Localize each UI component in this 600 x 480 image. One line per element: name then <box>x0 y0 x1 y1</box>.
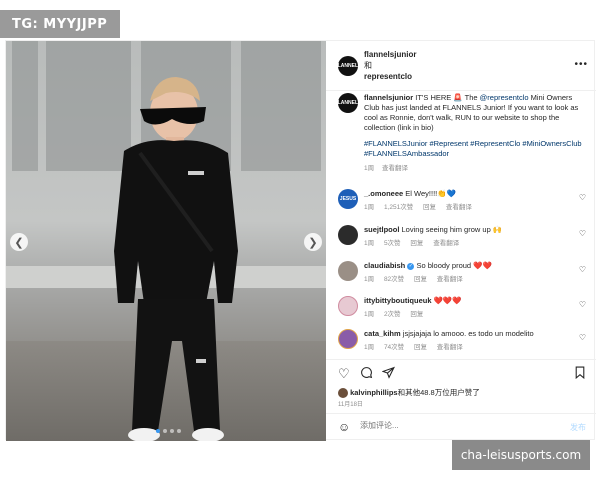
comment-avatar[interactable] <box>338 225 358 245</box>
comment-translate[interactable]: 查看翻译 <box>433 240 459 247</box>
comment-likes[interactable]: 2次赞 <box>384 311 401 318</box>
watermark-top: TG: MYYJJPP <box>0 10 120 38</box>
comment-reply[interactable]: 回复 <box>423 204 436 211</box>
post-actions: ♡ <box>326 359 596 385</box>
comment-text: Loving seeing him grow up 🙌 <box>401 225 503 234</box>
header-joiner: 和 <box>364 61 372 70</box>
caption-avatar[interactable]: FLANNELS <box>335 93 361 113</box>
comment-time: 1周 <box>364 240 375 247</box>
verified-badge-icon: ✓ <box>407 262 415 270</box>
header-avatar[interactable]: FLANNELS <box>335 56 361 76</box>
comment-like-icon[interactable]: ♡ <box>579 229 586 239</box>
comment-input[interactable] <box>360 421 530 430</box>
comment-item: claudiabish ✓ So bloody proud ❤️❤️ 1周 82… <box>338 261 592 291</box>
post-header: FLANNELS flannelsjunior 和 representclo •… <box>326 41 596 91</box>
comment-avatar[interactable] <box>338 329 358 349</box>
comment-text: jsjsjajaja lo amooo. es todo un modelito <box>402 329 534 338</box>
likes-summary[interactable]: kalvinphillips和其他48.8万位用户赞了 <box>338 387 480 399</box>
comment-avatar[interactable] <box>338 296 358 316</box>
heart-icon[interactable]: ♡ <box>338 366 350 382</box>
comment-username[interactable]: _.omoneee <box>364 189 403 198</box>
next-photo-button[interactable]: ❯ <box>304 233 322 251</box>
comment-like-icon[interactable]: ♡ <box>579 333 586 343</box>
comment-item: JESUS _.omoneee El Wey!!!!👏💙 1周 1,251次赞 … <box>338 189 592 219</box>
comment-icon[interactable] <box>360 366 373 382</box>
comment-text: El Wey!!!!👏💙 <box>405 189 456 198</box>
comment-time: 1周 <box>364 276 375 283</box>
comment-item: cata_kihm jsjsjajaja lo amooo. es todo u… <box>338 329 592 359</box>
comment-likes[interactable]: 1,251次赞 <box>384 204 413 211</box>
share-icon[interactable] <box>381 366 395 382</box>
comment-username[interactable]: claudiabish <box>364 261 405 270</box>
comment-likes[interactable]: 82次赞 <box>384 276 404 283</box>
comment-time: 1周 <box>364 344 375 351</box>
caption-time: 1周 <box>364 165 375 172</box>
comment-item: suejtlpool Loving seeing him grow up 🙌 1… <box>338 225 592 255</box>
carousel-dot <box>156 429 160 433</box>
header-usernames: flannelsjunior 和 representclo <box>364 49 416 82</box>
comment-likes[interactable]: 74次赞 <box>384 344 404 351</box>
post-comment-button[interactable]: 发布 <box>570 422 586 433</box>
comment-meta: 1周 82次赞 回复 查看翻译 <box>364 275 564 285</box>
comment-translate[interactable]: 查看翻译 <box>446 204 472 211</box>
comment-username[interactable]: cata_kihm <box>364 329 401 338</box>
carousel-dots <box>156 429 181 433</box>
comment-item: ittybittyboutiqueuk ❤️❤️❤️ 1周 2次赞 回复 ♡ <box>338 296 592 326</box>
post-caption: FLANNELS flannelsjunior IT'S HERE 🚨 The … <box>335 93 588 174</box>
carousel-dot <box>177 429 181 433</box>
comment-translate[interactable]: 查看翻译 <box>437 276 463 283</box>
comment-text: So bloody proud ❤️❤️ <box>416 261 492 270</box>
header-user1[interactable]: flannelsjunior <box>364 49 416 60</box>
carousel-dot <box>163 429 167 433</box>
comment-like-icon[interactable]: ♡ <box>579 265 586 275</box>
bookmark-icon[interactable] <box>574 366 586 382</box>
caption-mention[interactable]: @representclo <box>480 93 529 102</box>
comment-username[interactable]: ittybittyboutiqueuk <box>364 296 432 305</box>
post-side-panel: FLANNELS flannelsjunior 和 representclo •… <box>326 41 596 441</box>
post-photo[interactable]: ❮ ❯ <box>6 41 326 441</box>
child-figure <box>114 77 238 441</box>
comment-meta: 1周 2次赞 回复 <box>364 310 564 320</box>
header-user2[interactable]: representclo <box>364 71 416 82</box>
comment-reply[interactable]: 回复 <box>410 311 423 318</box>
emoji-icon[interactable]: ☺ <box>338 420 350 434</box>
post-date: 11月18日 <box>338 402 363 408</box>
caption-translate[interactable]: 查看翻译 <box>382 165 408 172</box>
comment-reply[interactable]: 回复 <box>414 276 427 283</box>
comment-time: 1周 <box>364 311 375 318</box>
caption-hashtags[interactable]: #FLANNELSJunior #Represent #RepresentClo… <box>364 139 588 159</box>
comment-meta: 1周 1,251次赞 回复 查看翻译 <box>364 203 564 213</box>
comment-translate[interactable]: 查看翻译 <box>437 344 463 351</box>
comment-bar: ☺ 发布 <box>326 413 596 441</box>
comment-like-icon[interactable]: ♡ <box>579 300 586 310</box>
caption-username[interactable]: flannelsjunior <box>364 93 413 102</box>
comment-likes[interactable]: 5次赞 <box>384 240 401 247</box>
comment-meta: 1周 5次赞 回复 查看翻译 <box>364 239 564 249</box>
prev-photo-button[interactable]: ❮ <box>10 233 28 251</box>
comment-reply[interactable]: 回复 <box>410 240 423 247</box>
likes-avatar <box>338 388 348 399</box>
caption-meta: 1周 查看翻译 <box>364 164 588 174</box>
carousel-dot <box>170 429 174 433</box>
more-icon[interactable]: ••• <box>574 59 588 70</box>
likes-text: 和其他48.8万位用户赞了 <box>397 388 480 397</box>
comment-like-icon[interactable]: ♡ <box>579 193 586 203</box>
likes-username[interactable]: kalvinphillips <box>350 388 398 397</box>
comment-avatar[interactable] <box>338 261 358 281</box>
comment-time: 1周 <box>364 204 375 211</box>
instagram-post: ❮ ❯ FLANNELS flannelsjunior 和 representc… <box>5 40 596 441</box>
comment-text: ❤️❤️❤️ <box>433 296 462 305</box>
comment-avatar[interactable]: JESUS <box>338 189 358 209</box>
comment-username[interactable]: suejtlpool <box>364 225 399 234</box>
comment-meta: 1周 74次赞 回复 查看翻译 <box>364 343 564 353</box>
watermark-bottom: cha-leisusports.com <box>452 440 590 470</box>
caption-text-a: IT'S HERE 🚨 The <box>413 93 480 102</box>
comment-reply[interactable]: 回复 <box>414 344 427 351</box>
